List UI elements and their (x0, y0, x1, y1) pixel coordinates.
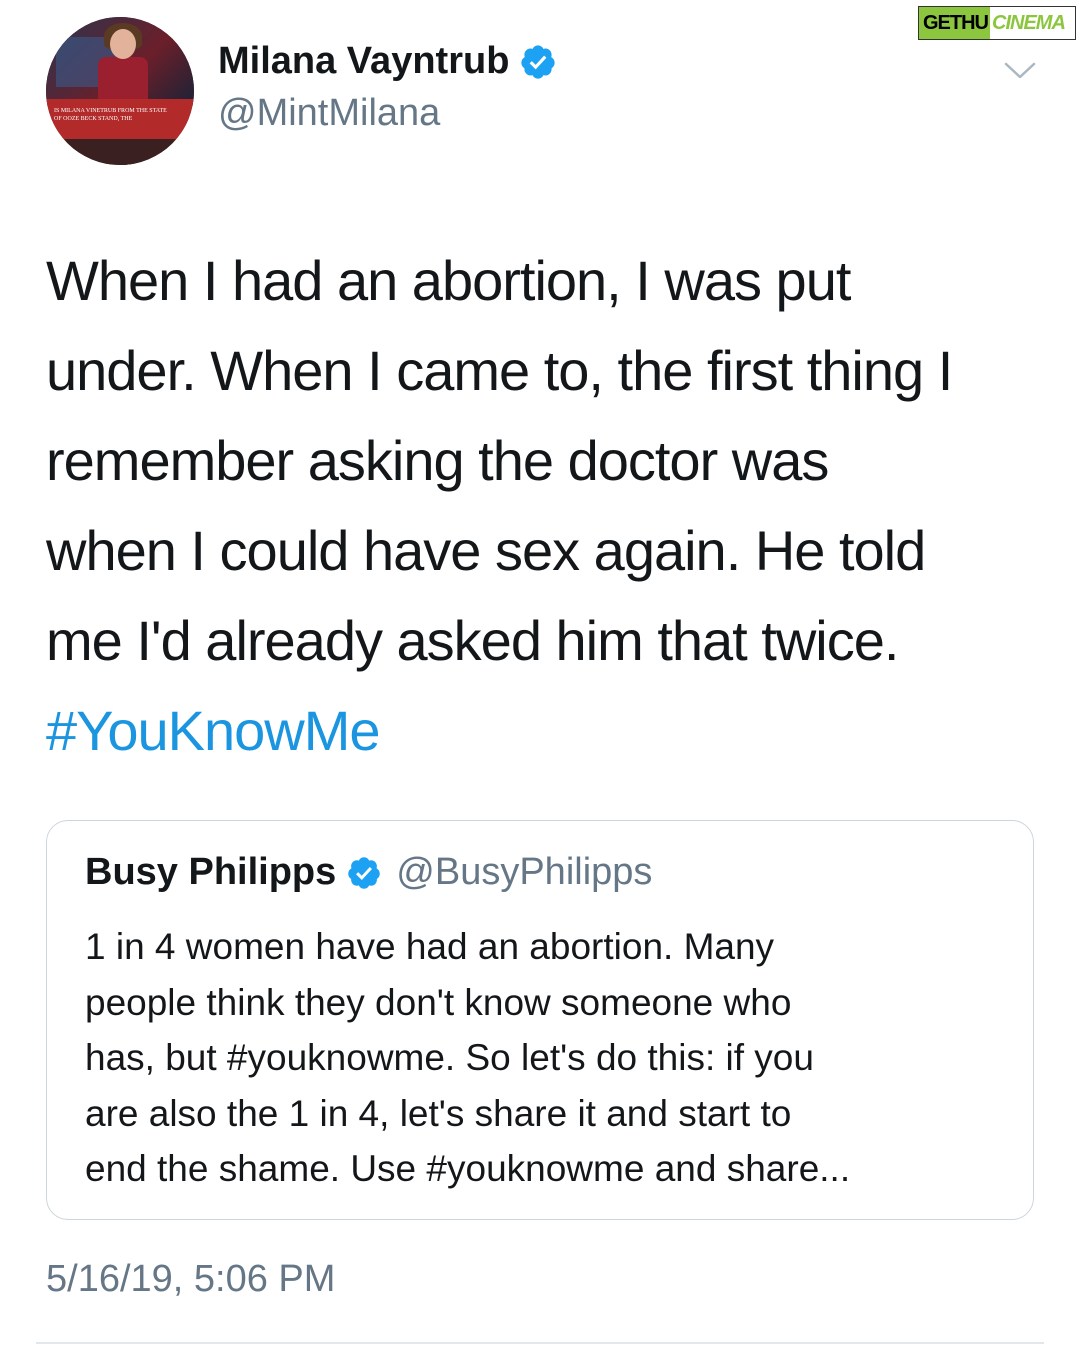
author-handle[interactable]: @MintMilana (218, 92, 440, 135)
quoted-handle: @BusyPhilipps (396, 851, 653, 893)
tweet-timestamp[interactable]: 5/16/19, 5:06 PM (46, 1258, 335, 1301)
tweet-body: When I had an abortion, I was put under.… (46, 236, 1046, 776)
quoted-tweet-card[interactable]: Busy Philipps @BusyPhilipps 1 in 4 women… (46, 820, 1034, 1220)
avatar-caption: IS MILANA VINETRUB FROM THE STATE OF OOZ… (54, 108, 167, 122)
quoted-line: has, but #youknowme. So let's do this: i… (85, 1037, 814, 1078)
watermark-part2: CINEMA (992, 11, 1066, 34)
verified-badge-icon (521, 44, 556, 79)
divider (36, 1342, 1044, 1344)
quoted-line: are also the 1 in 4, let's share it and … (85, 1092, 792, 1134)
watermark-logo: GETHU CINEMA (918, 6, 1076, 40)
tweet-line: when I could have sex again. He told (46, 519, 926, 582)
author-display-name[interactable]: Milana Vayntrub (218, 40, 509, 83)
tweet-line: me I'd already asked him that twice. (46, 609, 899, 672)
author-name-row[interactable]: Milana Vayntrub (218, 40, 557, 83)
quoted-line: end the shame. Use #youknowme and share.… (85, 1148, 851, 1189)
chevron-down-icon[interactable] (1002, 58, 1038, 82)
author-avatar[interactable]: IS MILANA VINETRUB FROM THE STATE OF OOZ… (46, 17, 194, 165)
quoted-line: 1 in 4 women have had an abortion. Many (85, 926, 775, 967)
quoted-tweet-body: 1 in 4 women have had an abortion. Many … (85, 919, 1015, 1197)
tweet-line: remember asking the doctor was (46, 429, 829, 492)
verified-badge-icon (348, 856, 381, 889)
quoted-display-name: Busy Philipps (85, 851, 337, 893)
watermark-part1: GETHU (919, 7, 990, 39)
tweet-line: under. When I came to, the first thing I (46, 339, 953, 402)
tweet-line: When I had an abortion, I was put (46, 249, 851, 312)
quoted-line: people think they don't know someone who (85, 981, 792, 1023)
quoted-tweet-header: Busy Philipps @BusyPhilipps (85, 851, 652, 894)
hashtag-link[interactable]: #YouKnowMe (46, 686, 1046, 776)
